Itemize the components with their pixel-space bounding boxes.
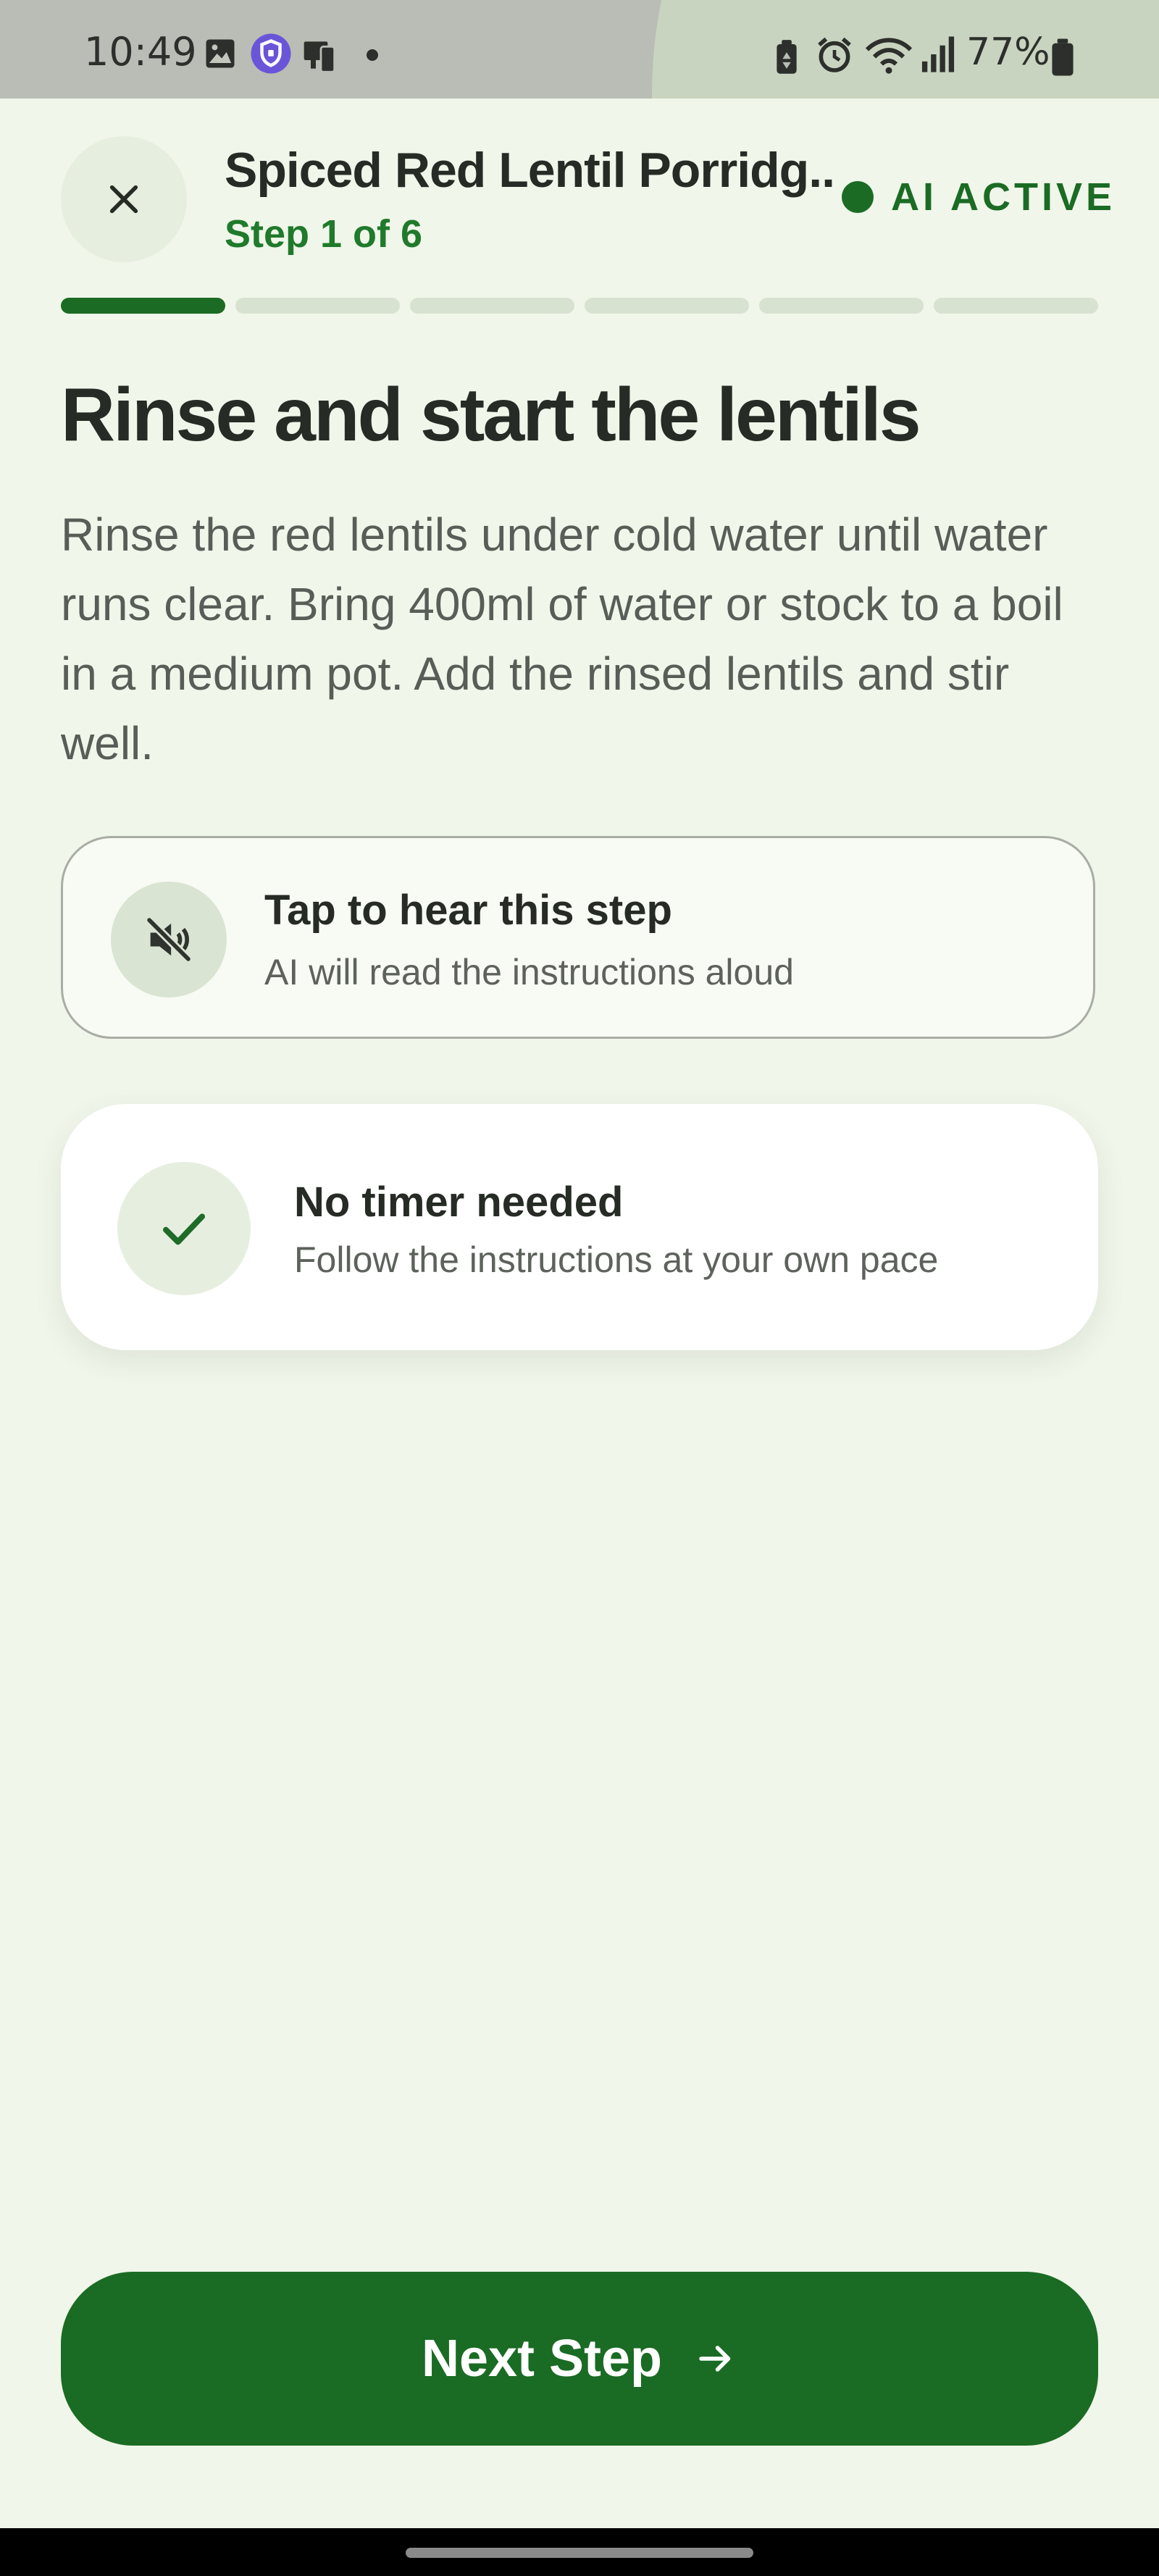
phone-link-icon (304, 41, 336, 73)
gallery-icon (206, 39, 235, 68)
progress-segment-5 (759, 298, 924, 314)
check-icon (163, 1213, 205, 1245)
battery-percent: 77% (966, 30, 1050, 74)
timer-subtitle: Follow the instructions at your own pace (294, 1239, 939, 1280)
signal-icon (921, 36, 955, 72)
recipe-title: Spiced Red Lentil Porridg... (225, 143, 833, 198)
arrow-right-icon (694, 2337, 737, 2380)
close-icon (109, 185, 138, 214)
audio-icon-circle (111, 882, 227, 998)
timer-title: No timer needed (294, 1179, 624, 1226)
ai-active-dot-icon (842, 181, 874, 213)
battery-saver-icon (777, 40, 797, 74)
progress-segment-2 (235, 298, 400, 314)
step-counter: Step 1 of 6 (225, 212, 423, 256)
progress-segment-4 (585, 298, 749, 314)
next-step-button[interactable]: Next Step (61, 2272, 1098, 2446)
status-bar: 10:49 77% (0, 0, 1159, 99)
status-time: 10:49 (84, 29, 197, 75)
hear-step-subtitle: AI will read the instructions aloud (264, 952, 794, 992)
step-progress-bar (61, 298, 1098, 314)
hear-step-title: Tap to hear this step (264, 887, 672, 934)
progress-segment-1 (61, 298, 225, 314)
ai-status-label: AI ACTIVE (891, 175, 1116, 219)
next-step-label: Next Step (421, 2330, 663, 2388)
step-title: Rinse and start the lentils (61, 373, 921, 457)
step-instructions: Rinse the red lentils under cold water u… (61, 509, 1063, 769)
dot-icon (367, 49, 378, 61)
ai-status-badge: AI ACTIVE (842, 175, 1116, 219)
alarm-icon (818, 37, 851, 72)
home-gesture-handle[interactable] (406, 2548, 753, 2558)
hear-step-card[interactable]: Tap to hear this step AI will read the i… (61, 836, 1095, 1039)
vpn-shield-icon (251, 33, 291, 74)
progress-segment-3 (410, 298, 574, 314)
check-icon-circle (117, 1162, 251, 1295)
battery-icon (1052, 38, 1074, 76)
wifi-icon (865, 38, 913, 74)
progress-segment-6 (934, 298, 1098, 314)
timer-status-card: No timer needed Follow the instructions … (61, 1104, 1098, 1350)
close-button[interactable] (61, 136, 187, 262)
volume-muted-icon (145, 916, 193, 963)
